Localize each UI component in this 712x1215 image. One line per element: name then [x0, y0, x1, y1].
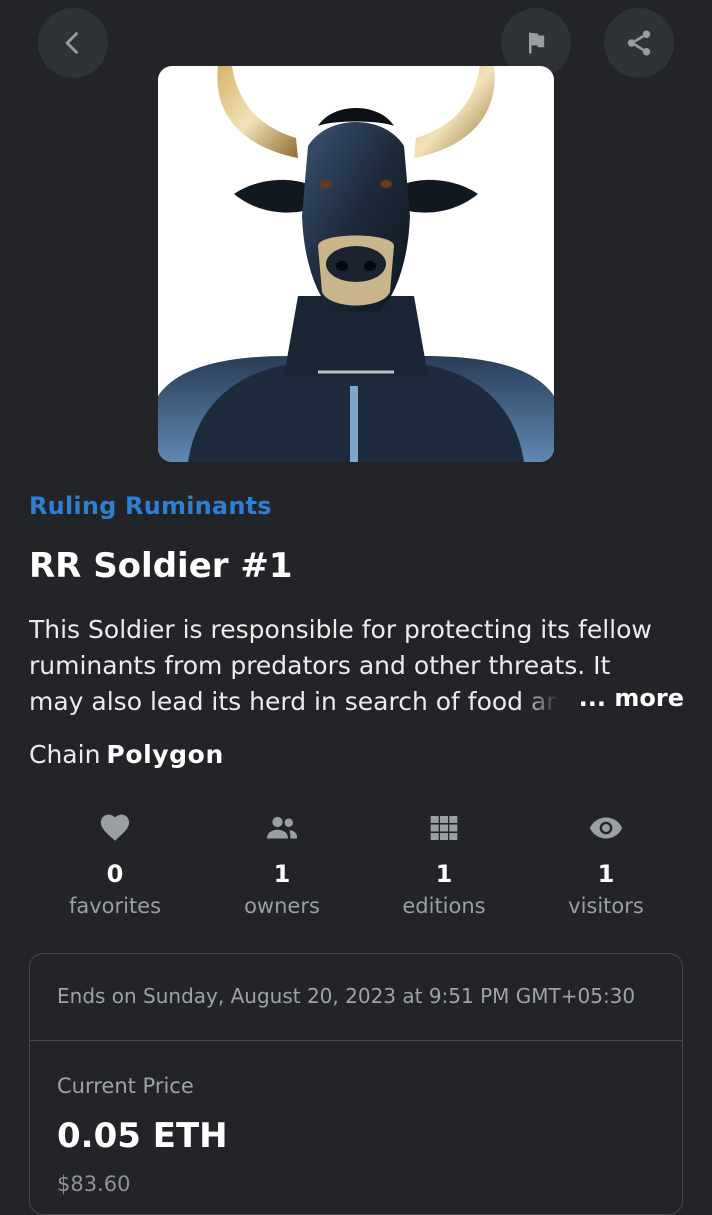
description-line-1: This Soldier is responsible for protecti… [29, 615, 652, 644]
favorites-label: favorites [68, 894, 162, 918]
chain-value: Polygon [106, 740, 224, 769]
stat-owners[interactable]: 1 owners [202, 808, 362, 918]
bull-illustration [158, 66, 554, 462]
description-line-2: ruminants from predators and other threa… [29, 651, 611, 680]
owners-label: owners [244, 894, 320, 918]
chevron-left-icon [65, 32, 78, 54]
editions-count: 1 [435, 860, 453, 888]
current-price: 0.05 ETH [57, 1116, 228, 1156]
card-divider [30, 1040, 682, 1041]
grid-icon [430, 816, 458, 840]
back-button[interactable] [38, 8, 108, 78]
chain-info: Chain Polygon [29, 740, 224, 769]
item-title: RR Soldier #1 [29, 546, 293, 586]
read-more-button[interactable]: ... more [518, 684, 684, 712]
share-button[interactable] [604, 8, 674, 78]
current-price-label: Current Price [57, 1074, 194, 1098]
chain-label: Chain [29, 740, 101, 769]
visitors-count: 1 [597, 860, 615, 888]
usd-price: $83.60 [57, 1172, 131, 1196]
stat-favorites[interactable]: 0 favorites [35, 808, 195, 918]
share-icon [627, 30, 651, 56]
editions-label: editions [402, 894, 486, 918]
auction-card: Ends on Sunday, August 20, 2023 at 9:51 … [29, 953, 683, 1215]
auction-end-time: Ends on Sunday, August 20, 2023 at 9:51 … [57, 984, 636, 1008]
favorites-count: 0 [106, 860, 124, 888]
flag-icon [529, 32, 545, 54]
eye-icon [589, 817, 623, 839]
people-icon [267, 816, 297, 839]
collection-link[interactable]: Ruling Ruminants [29, 492, 272, 520]
nft-artwork-image[interactable] [158, 66, 554, 462]
owners-count: 1 [273, 860, 291, 888]
stat-visitors[interactable]: 1 visitors [526, 808, 686, 918]
stat-editions[interactable]: 1 editions [364, 808, 524, 918]
heart-icon [100, 814, 130, 841]
visitors-label: visitors [568, 894, 644, 918]
